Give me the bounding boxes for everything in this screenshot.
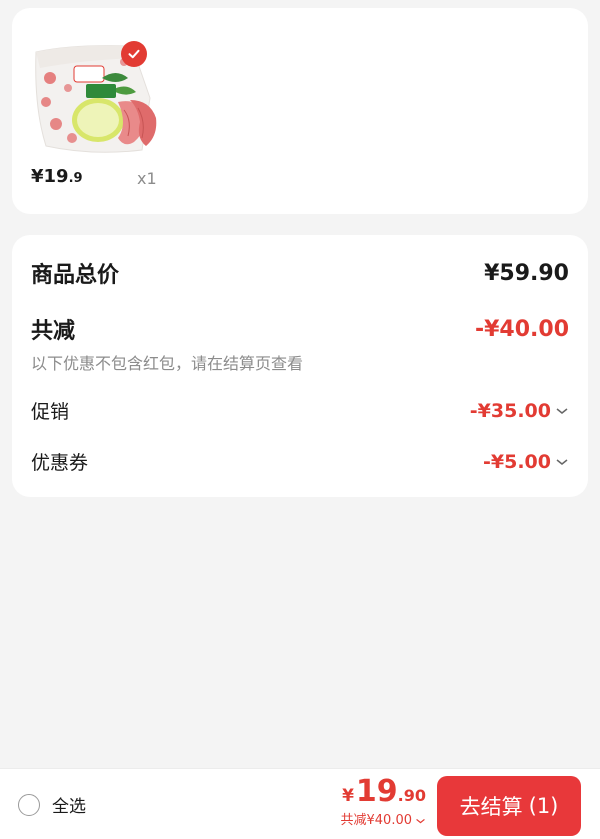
total-price-value: ¥59.90 <box>484 260 569 286</box>
item-selected-check-icon[interactable] <box>121 41 147 67</box>
total-price-row: 商品总价 ¥59.90 <box>31 257 569 289</box>
promo-value[interactable]: -¥35.00 <box>470 400 569 422</box>
chevron-down-icon[interactable] <box>555 457 569 467</box>
select-all-toggle[interactable]: 全选 <box>18 792 86 817</box>
total-discount-value: -¥40.00 <box>474 316 569 342</box>
checkout-bar: 全选 ¥19.90 共减¥40.00 去结算 (1) <box>0 768 600 839</box>
checkout-button[interactable]: 去结算 (1) <box>437 776 581 836</box>
total-discount-label: 共减 <box>31 319 76 344</box>
bottom-discount-detail[interactable]: 共减¥40.00 <box>341 813 427 829</box>
price-summary-card: 商品总价 ¥59.90 共减 -¥40.00 以下优惠不包含红包，请在结算页查看… <box>12 235 588 497</box>
bottom-price: ¥19.90 共减¥40.00 <box>341 775 427 829</box>
item-quantity: x1 <box>137 169 157 188</box>
promo-label: 促销 <box>31 401 70 423</box>
coupon-row[interactable]: 优惠券 -¥5.00 <box>31 448 569 475</box>
total-price-label: 商品总价 <box>31 263 120 288</box>
item-price: ¥19.9 <box>31 166 83 187</box>
total-discount-row: 共减 -¥40.00 <box>31 313 569 345</box>
select-all-label: 全选 <box>52 797 86 817</box>
discount-note: 以下优惠不包含红包，请在结算页查看 <box>31 354 304 373</box>
select-all-radio[interactable] <box>18 793 40 816</box>
promo-row[interactable]: 促销 -¥35.00 <box>31 397 569 424</box>
coupon-label: 优惠券 <box>31 452 89 474</box>
chevron-down-icon[interactable] <box>555 406 569 416</box>
chevron-down-icon[interactable] <box>415 817 426 825</box>
cart-item-card[interactable]: ¥19.9 x1 <box>12 8 588 214</box>
bottom-total-price: ¥19.90 <box>342 774 426 809</box>
product-image[interactable] <box>32 38 168 158</box>
coupon-value[interactable]: -¥5.00 <box>483 451 569 473</box>
